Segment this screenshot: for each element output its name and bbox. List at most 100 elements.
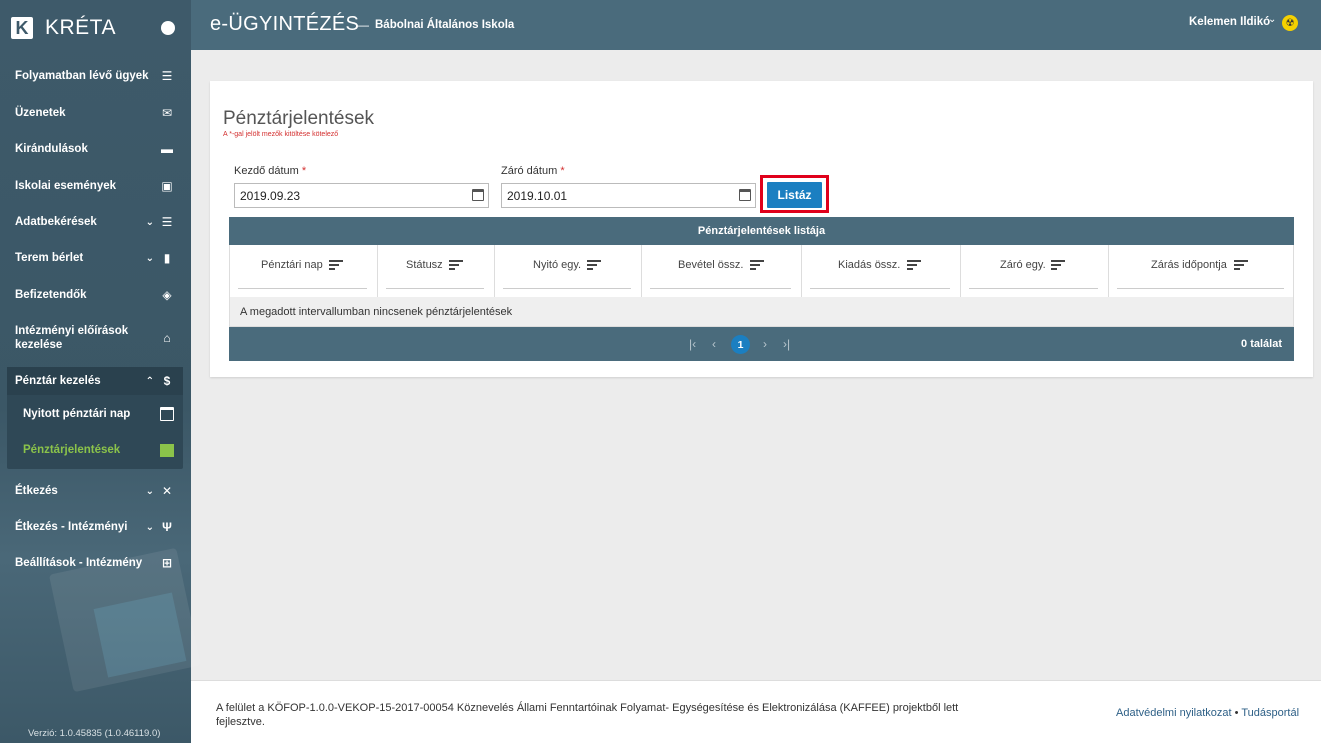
sidebar-item-data-requests[interactable]: Adatbekérések ⌄ ☰	[0, 215, 191, 229]
column-header-closing-balance[interactable]: Záró egy.	[961, 245, 1109, 297]
version-text: Verzió: 1.0.45835 (1.0.46119.0)	[28, 728, 161, 739]
column-label: Kiadás össz.	[838, 259, 901, 271]
sidebar-subitem-label: Nyitott pénztári nap	[23, 408, 131, 420]
sort-icon[interactable]	[587, 260, 601, 272]
knowledge-portal-link[interactable]: Tudásportál	[1241, 707, 1299, 719]
column-label: Záró egy.	[1000, 259, 1046, 271]
column-label: Bevétel össz.	[678, 259, 744, 271]
required-fields-note: A *-gal jelölt mezők kitöltése kötelező	[223, 131, 339, 138]
footer-links: Adatvédelmi nyilatkozat • Tudásportál	[1116, 707, 1299, 719]
door-icon: ▮	[163, 251, 171, 265]
sort-icon[interactable]	[1051, 260, 1065, 272]
required-star: *	[301, 165, 307, 177]
end-date-input[interactable]: 2019.10.01	[501, 183, 756, 208]
calendar-icon	[160, 407, 174, 421]
previous-page-icon[interactable]: ‹	[712, 337, 716, 351]
list-icon: ☰	[161, 69, 173, 83]
user-name[interactable]: Kelemen Ildikó	[1189, 16, 1270, 28]
column-header-closing-time[interactable]: Zárás időpontja	[1109, 245, 1294, 297]
start-date-label-text: Kezdő dátum	[234, 165, 299, 177]
sort-icon[interactable]	[449, 260, 463, 272]
page-number-button[interactable]: 1	[731, 335, 750, 354]
list-icon: ☰	[161, 215, 173, 229]
sidebar-item-catering[interactable]: Étkezés ⌄ ✕	[0, 484, 191, 498]
calendar-icon[interactable]	[472, 189, 484, 201]
sidebar-item-institution-settings[interactable]: Beállítások - Intézmény ⊞	[0, 556, 191, 570]
column-header-status[interactable]: Státusz	[378, 245, 495, 297]
last-page-icon[interactable]: ›|	[783, 337, 790, 351]
first-page-icon[interactable]: |‹	[689, 337, 696, 351]
chevron-down-icon: ⌄	[145, 485, 154, 497]
status-dot-icon[interactable]	[161, 21, 175, 35]
start-date-value: 2019.09.23	[240, 188, 301, 203]
sort-icon[interactable]	[750, 260, 764, 272]
kreta-logo-icon: K	[11, 17, 33, 39]
footer: A felület a KÖFOP-1.0.0-VEKOP-15-2017-00…	[191, 680, 1321, 743]
sidebar-subitem-label: Pénztárjelentések	[23, 444, 121, 456]
sidebar-item-trips[interactable]: Kirándulások ▬	[0, 142, 191, 156]
payment-icon: ◈	[162, 288, 172, 302]
chevron-down-icon[interactable]: ⌄	[1268, 14, 1276, 25]
page-title: Pénztárjelentések	[223, 108, 375, 129]
sidebar-item-cashdesk[interactable]: Pénztár kezelés ⌃ $	[0, 374, 191, 388]
list-button[interactable]: Listáz	[767, 182, 822, 208]
sidebar-item-school-events[interactable]: Iskolai események ▣	[0, 179, 191, 193]
link-separator: •	[1234, 707, 1239, 719]
column-filter-line[interactable]	[650, 288, 791, 289]
grid-empty-message: A megadott intervallumban nincsenek pénz…	[229, 297, 1294, 327]
sidebar-item-institution-rules[interactable]: Intézményi előírások kezelése ⌂	[0, 324, 191, 352]
column-filter-line[interactable]	[810, 288, 950, 289]
sort-icon[interactable]	[329, 260, 343, 272]
next-page-icon[interactable]: ›	[763, 337, 767, 351]
calendar-event-icon: ▣	[161, 179, 173, 193]
sidebar: K KRÉTA Folyamatban lévő ügyek ☰ Üzenete…	[0, 0, 202, 743]
sidebar-item-label: Intézményi előírások kezelése	[15, 325, 129, 351]
result-count: 0 találat	[1241, 338, 1282, 350]
table-icon	[160, 444, 174, 457]
sort-icon[interactable]	[907, 260, 921, 272]
bank-icon: ⌂	[163, 331, 171, 345]
grid-title: Pénztárjelentések listája	[229, 217, 1294, 245]
sidebar-item-ongoing-cases[interactable]: Folyamatban lévő ügyek ☰	[0, 69, 191, 83]
top-header: e-ÜGYINTÉZÉS — Bábolnai Általános Iskola…	[191, 0, 1321, 50]
column-header-income-total[interactable]: Bevétel össz.	[642, 245, 802, 297]
calendar-icon[interactable]	[739, 189, 751, 201]
settings-box-icon: ⊞	[161, 556, 173, 570]
column-label: Pénztári nap	[261, 259, 323, 271]
column-filter-line[interactable]	[503, 288, 631, 289]
main-card: Pénztárjelentések A *-gal jelölt mezők k…	[210, 81, 1313, 377]
sidebar-item-messages[interactable]: Üzenetek ✉	[0, 106, 191, 120]
app-title: e-ÜGYINTÉZÉS	[210, 13, 360, 35]
end-date-value: 2019.10.01	[507, 188, 568, 203]
start-date-input[interactable]: 2019.09.23	[234, 183, 489, 208]
sidebar-item-room-rental[interactable]: Terem bérlet ⌄ ▮	[0, 251, 191, 265]
mail-icon: ✉	[161, 106, 173, 120]
sidebar-subitem-open-cash-day[interactable]: Nyitott pénztári nap	[23, 408, 130, 420]
column-header-cash-day[interactable]: Pénztári nap	[230, 245, 378, 297]
column-filter-line[interactable]	[969, 288, 1098, 289]
bed-icon: ▬	[161, 142, 173, 156]
column-label: Nyitó egy.	[533, 259, 582, 271]
sort-icon[interactable]	[1234, 260, 1248, 272]
chevron-up-icon: ⌃	[145, 375, 154, 387]
column-header-expense-total[interactable]: Kiadás össz.	[802, 245, 961, 297]
sidebar-item-payables[interactable]: Befizetendők ◈	[0, 288, 191, 302]
brand-name: KRÉTA	[45, 16, 116, 39]
sidebar-subitem-cash-reports[interactable]: Pénztárjelentések	[23, 444, 120, 456]
cutlery-icon: ✕	[161, 484, 173, 498]
chevron-down-icon: ⌄	[145, 252, 154, 264]
column-label: Zárás időpontja	[1151, 259, 1227, 271]
grid-header: Pénztári nap Státusz Nyitó egy. Bevétel …	[229, 245, 1294, 297]
privacy-link[interactable]: Adatvédelmi nyilatkozat	[1116, 707, 1232, 719]
accessibility-icon[interactable]: ☢	[1282, 15, 1298, 31]
column-filter-line[interactable]	[1117, 288, 1284, 289]
footer-project-text: A felület a KÖFOP-1.0.0-VEKOP-15-2017-00…	[216, 702, 959, 728]
column-filter-line[interactable]	[238, 288, 367, 289]
grid-pager: |‹ ‹ 1 › ›| 0 találat	[229, 327, 1294, 361]
fork-knife-icon: Ψ	[162, 520, 172, 534]
column-header-opening-balance[interactable]: Nyitó egy.	[495, 245, 642, 297]
column-filter-line[interactable]	[386, 288, 484, 289]
chevron-down-icon: ⌄	[145, 521, 154, 533]
chevron-down-icon: ⌄	[145, 216, 154, 228]
sidebar-item-catering-institution[interactable]: Étkezés - Intézményi ⌄ Ψ	[0, 520, 191, 534]
